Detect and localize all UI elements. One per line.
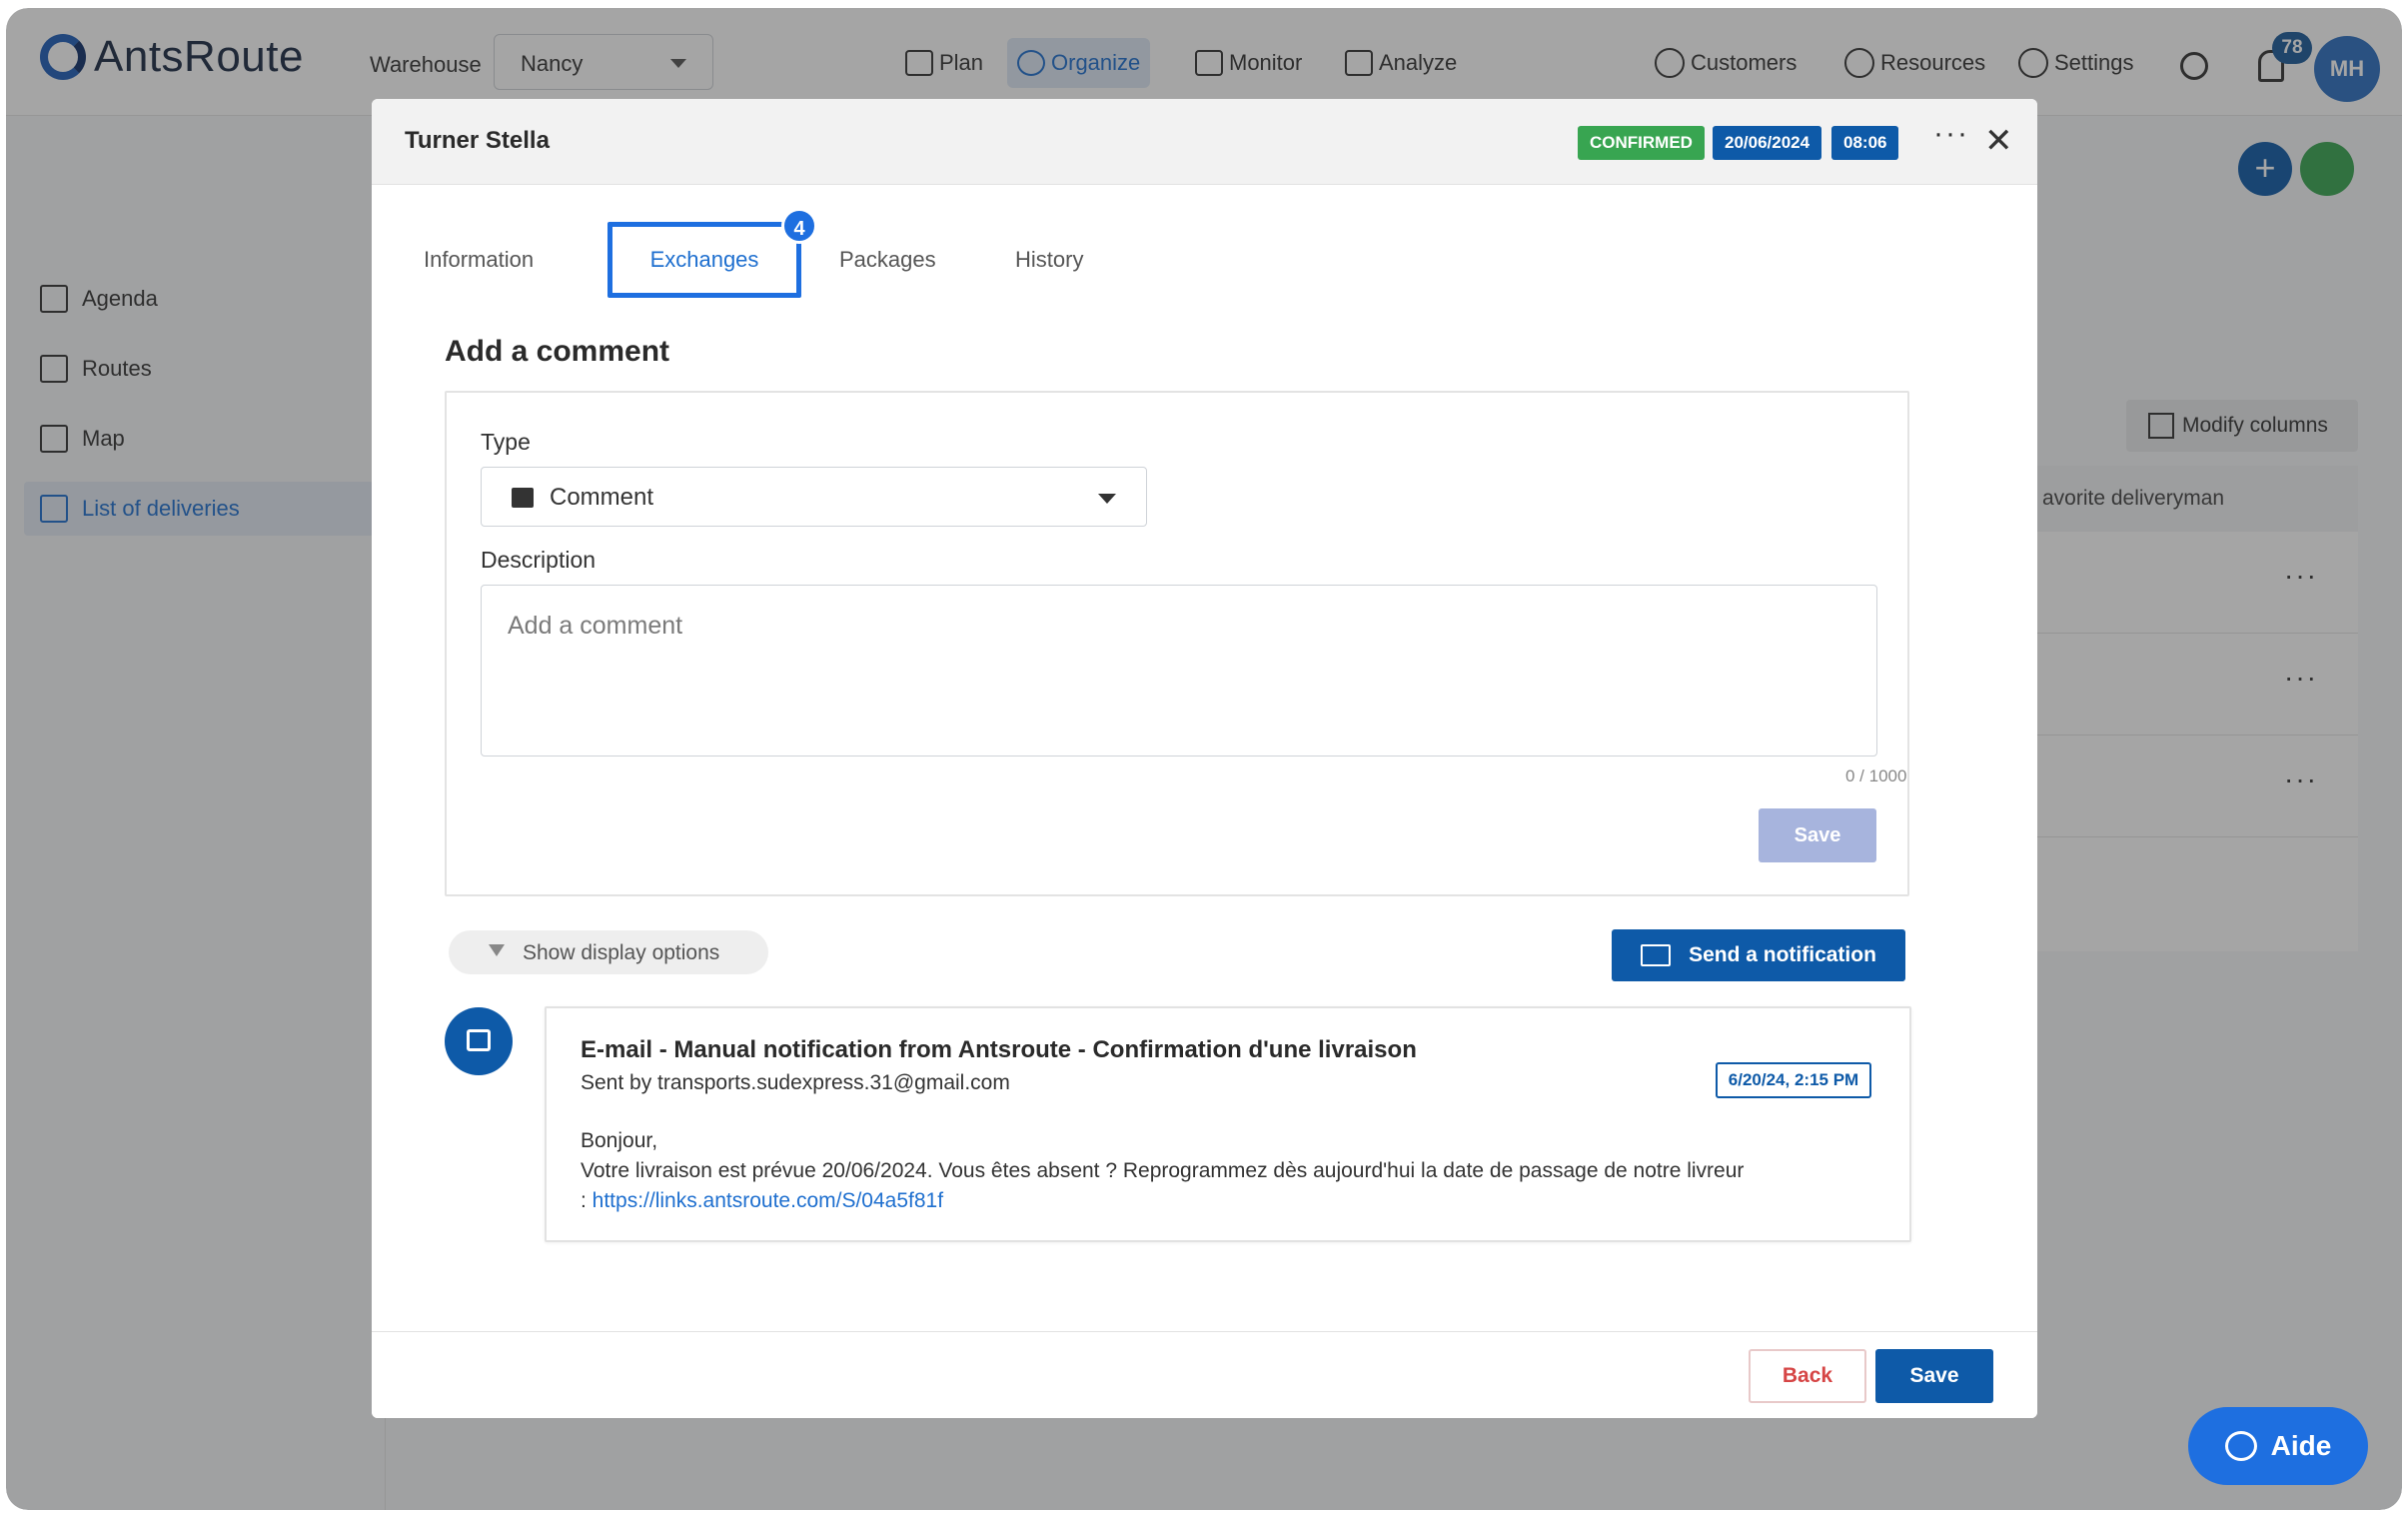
exchange-greeting: Bonjour, bbox=[581, 1129, 658, 1152]
send-notification-label: Send a notification bbox=[1689, 943, 1876, 966]
reschedule-link[interactable]: https://links.antsroute.com/S/04a5f81f bbox=[593, 1189, 943, 1212]
comment-icon bbox=[512, 488, 534, 508]
description-label: Description bbox=[481, 547, 597, 573]
exchanges-count-badge: 4 bbox=[781, 208, 817, 244]
time-badge: 08:06 bbox=[1831, 126, 1899, 160]
tab-information[interactable]: Information bbox=[424, 247, 534, 273]
exchange-title: E-mail - Manual notification from Antsro… bbox=[581, 1036, 1417, 1063]
tab-exchanges-label: Exchanges bbox=[649, 247, 759, 272]
back-button[interactable]: Back bbox=[1749, 1349, 1866, 1403]
type-label: Type bbox=[481, 429, 531, 455]
tab-exchanges[interactable]: Exchanges bbox=[607, 222, 801, 298]
exchange-timestamp: 6/20/24, 2:15 PM bbox=[1716, 1062, 1871, 1098]
help-chat-button[interactable]: Aide bbox=[2188, 1407, 2368, 1485]
delivery-modal: Turner Stella CONFIRMED 20/06/2024 08:06… bbox=[372, 99, 2037, 1418]
modal-title: Turner Stella bbox=[405, 127, 550, 154]
exchange-message: Votre livraison est prévue 20/06/2024. V… bbox=[581, 1159, 1745, 1182]
filter-icon bbox=[489, 944, 505, 956]
link-prefix: : bbox=[581, 1189, 593, 1212]
tab-packages[interactable]: Packages bbox=[839, 247, 936, 273]
chat-bubble-icon bbox=[2224, 1431, 2257, 1461]
comment-form: Type Comment Description 0 / 1000 Save bbox=[445, 391, 1909, 896]
show-display-options-label: Show display options bbox=[523, 941, 720, 964]
open-envelope-icon bbox=[467, 1029, 491, 1051]
save-button[interactable]: Save bbox=[1875, 1349, 1993, 1403]
envelope-icon bbox=[1641, 944, 1672, 966]
modal-footer: Back Save bbox=[372, 1331, 2037, 1418]
modal-header: Turner Stella CONFIRMED 20/06/2024 08:06… bbox=[372, 99, 2037, 185]
send-notification-button[interactable]: Send a notification bbox=[1612, 929, 1905, 981]
comment-save-button[interactable]: Save bbox=[1759, 808, 1876, 862]
exchange-link-line: : https://links.antsroute.com/S/04a5f81f bbox=[581, 1186, 1879, 1216]
show-display-options-button[interactable]: Show display options bbox=[449, 930, 768, 974]
type-select[interactable]: Comment bbox=[481, 467, 1147, 527]
exchange-card: E-mail - Manual notification from Antsro… bbox=[545, 1006, 1911, 1242]
chevron-down-icon bbox=[1098, 494, 1116, 504]
character-counter: 0 / 1000 bbox=[1845, 766, 1907, 785]
tab-history[interactable]: History bbox=[1015, 247, 1083, 273]
help-chat-label: Aide bbox=[2270, 1430, 2332, 1461]
description-input[interactable] bbox=[481, 585, 1877, 757]
exchange-sender: Sent by transports.sudexpress.31@gmail.c… bbox=[581, 1071, 1010, 1094]
exchange-body: Bonjour, Votre livraison est prévue 20/0… bbox=[581, 1126, 1879, 1216]
email-timeline-marker bbox=[445, 1007, 513, 1075]
section-title: Add a comment bbox=[445, 335, 670, 368]
date-badge: 20/06/2024 bbox=[1713, 126, 1822, 160]
more-options-icon[interactable]: ··· bbox=[1933, 117, 1969, 151]
close-icon[interactable]: ✕ bbox=[1984, 121, 2013, 161]
type-select-value: Comment bbox=[550, 484, 654, 511]
status-badge: CONFIRMED bbox=[1578, 126, 1705, 160]
